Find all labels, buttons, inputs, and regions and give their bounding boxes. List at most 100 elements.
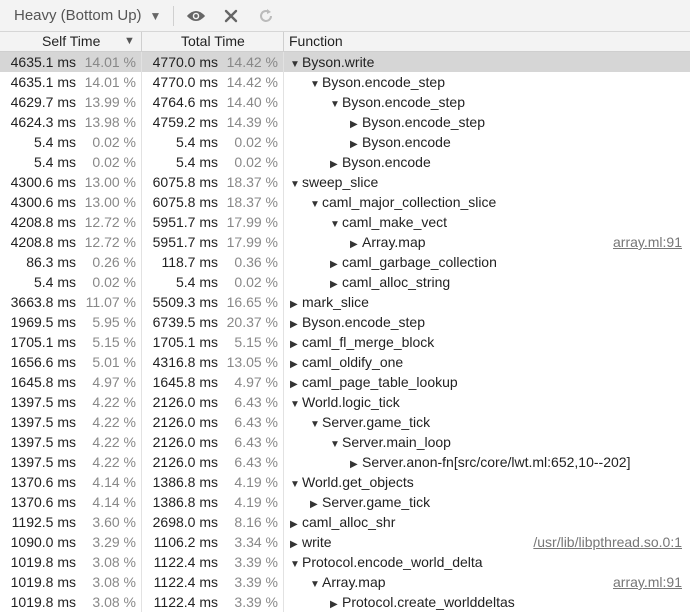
self-time-ms: 1370.6 ms: [0, 492, 76, 512]
tree-row[interactable]: 1090.0 ms3.29 %1106.2 ms3.34 %▶write/usr…: [0, 532, 690, 552]
tree-row[interactable]: 1397.5 ms4.22 %2126.0 ms6.43 %▼Server.ma…: [0, 432, 690, 452]
tree-row[interactable]: 1192.5 ms3.60 %2698.0 ms8.16 %▶caml_allo…: [0, 512, 690, 532]
tree-row[interactable]: 1370.6 ms4.14 %1386.8 ms4.19 %▼World.get…: [0, 472, 690, 492]
self-time-ms: 3663.8 ms: [0, 292, 76, 312]
self-time-percent: 12.72 %: [80, 212, 136, 232]
total-time-ms: 6075.8 ms: [145, 192, 218, 212]
triangle-right-icon[interactable]: ▶: [330, 595, 342, 615]
function-header[interactable]: Function: [289, 32, 343, 51]
self-time-ms: 1019.8 ms: [0, 552, 76, 572]
total-time-percent: 14.39 %: [222, 112, 278, 132]
self-time-percent: 0.02 %: [80, 132, 136, 152]
self-time-header[interactable]: Self Time: [42, 32, 100, 51]
source-link[interactable]: array.ml:91: [613, 232, 682, 252]
tree-row[interactable]: 1969.5 ms5.95 %6739.5 ms20.37 %▶Byson.en…: [0, 312, 690, 332]
tree-row[interactable]: 5.4 ms0.02 %5.4 ms0.02 %▶Byson.encode: [0, 132, 690, 152]
tree-row[interactable]: 1019.8 ms3.08 %1122.4 ms3.39 %▼Protocol.…: [0, 552, 690, 572]
self-time-ms: 1645.8 ms: [0, 372, 76, 392]
self-time-percent: 5.95 %: [80, 312, 136, 332]
total-time-ms: 1122.4 ms: [145, 552, 218, 572]
eye-icon[interactable]: [186, 6, 206, 26]
tree-row[interactable]: 4635.1 ms14.01 %4770.0 ms14.42 %▼Byson.e…: [0, 72, 690, 92]
function-name: Server.main_loop: [342, 434, 451, 450]
tree-row[interactable]: 1656.6 ms5.01 %4316.8 ms13.05 %▶caml_old…: [0, 352, 690, 372]
close-icon[interactable]: [221, 6, 241, 26]
tree-row[interactable]: 4624.3 ms13.98 %4759.2 ms14.39 %▶Byson.e…: [0, 112, 690, 132]
self-time-percent: 13.00 %: [80, 192, 136, 212]
self-time-percent: 5.01 %: [80, 352, 136, 372]
refresh-icon[interactable]: [256, 6, 276, 26]
self-time-ms: 1370.6 ms: [0, 472, 76, 492]
function-name: Protocol.encode_world_delta: [302, 554, 483, 570]
total-time-ms: 1106.2 ms: [145, 532, 218, 552]
tree-row[interactable]: 1019.8 ms3.08 %1122.4 ms3.39 %▶Protocol.…: [0, 592, 690, 612]
source-link[interactable]: array.ml:91: [613, 572, 682, 592]
tree-row[interactable]: 5.4 ms0.02 %5.4 ms0.02 %▶caml_alloc_stri…: [0, 272, 690, 292]
total-time-ms: 1386.8 ms: [145, 492, 218, 512]
source-link[interactable]: /usr/lib/libpthread.so.0:1: [533, 532, 682, 552]
self-time-percent: 4.97 %: [80, 372, 136, 392]
total-time-percent: 17.99 %: [222, 232, 278, 252]
function-name: caml_oldify_one: [302, 354, 403, 370]
self-time-ms: 4635.1 ms: [0, 72, 76, 92]
self-time-percent: 0.02 %: [80, 272, 136, 292]
self-time-ms: 5.4 ms: [0, 272, 76, 292]
self-time-percent: 12.72 %: [80, 232, 136, 252]
total-time-header[interactable]: Total Time: [181, 32, 245, 51]
column-divider[interactable]: [283, 32, 284, 51]
chevron-down-icon: ▼: [150, 9, 162, 23]
tree-row[interactable]: 1397.5 ms4.22 %2126.0 ms6.43 %▼Server.ga…: [0, 412, 690, 432]
total-time-ms: 2126.0 ms: [145, 412, 218, 432]
function-name: Array.map: [362, 234, 426, 250]
total-time-percent: 6.43 %: [222, 392, 278, 412]
total-time-percent: 20.37 %: [222, 312, 278, 332]
tree-row[interactable]: 4300.6 ms13.00 %6075.8 ms18.37 %▼sweep_s…: [0, 172, 690, 192]
tree-row[interactable]: 4635.1 ms14.01 %4770.0 ms14.42 %▼Byson.w…: [0, 52, 690, 72]
self-time-percent: 4.22 %: [80, 432, 136, 452]
self-time-ms: 4635.1 ms: [0, 52, 76, 72]
function-name: caml_alloc_shr: [302, 514, 395, 530]
function-name: Byson.encode: [362, 134, 451, 150]
total-time-ms: 5.4 ms: [145, 272, 218, 292]
tree-row[interactable]: 1645.8 ms4.97 %1645.8 ms4.97 %▶caml_page…: [0, 372, 690, 392]
self-time-percent: 5.15 %: [80, 332, 136, 352]
self-time-ms: 1397.5 ms: [0, 392, 76, 412]
column-divider[interactable]: [141, 32, 142, 51]
total-time-percent: 0.02 %: [222, 132, 278, 152]
tree-row[interactable]: 1397.5 ms4.22 %2126.0 ms6.43 %▼World.log…: [0, 392, 690, 412]
self-time-percent: 3.08 %: [80, 572, 136, 592]
total-time-ms: 2698.0 ms: [145, 512, 218, 532]
total-time-percent: 0.02 %: [222, 152, 278, 172]
self-time-ms: 1969.5 ms: [0, 312, 76, 332]
function-name: Server.game_tick: [322, 414, 430, 430]
tree-row[interactable]: 5.4 ms0.02 %5.4 ms0.02 %▶Byson.encode: [0, 152, 690, 172]
tree-row[interactable]: 1397.5 ms4.22 %2126.0 ms6.43 %▶Server.an…: [0, 452, 690, 472]
tree-row[interactable]: 4629.7 ms13.99 %4764.6 ms14.40 %▼Byson.e…: [0, 92, 690, 112]
tree-row[interactable]: 1370.6 ms4.14 %1386.8 ms4.19 %▶Server.ga…: [0, 492, 690, 512]
function-name: Protocol.create_worlddeltas: [342, 594, 515, 610]
total-time-ms: 5951.7 ms: [145, 212, 218, 232]
total-time-percent: 14.42 %: [222, 72, 278, 92]
tree-row[interactable]: 4208.8 ms12.72 %5951.7 ms17.99 %▶Array.m…: [0, 232, 690, 252]
tree-row[interactable]: 86.3 ms0.26 %118.7 ms0.36 %▶caml_garbage…: [0, 252, 690, 272]
function-name: caml_major_collection_slice: [322, 194, 496, 210]
tree-row[interactable]: 1705.1 ms5.15 %1705.1 ms5.15 %▶caml_fl_m…: [0, 332, 690, 352]
total-time-percent: 4.19 %: [222, 492, 278, 512]
tree-row[interactable]: 4208.8 ms12.72 %5951.7 ms17.99 %▼caml_ma…: [0, 212, 690, 232]
function-name: Byson.encode_step: [302, 314, 425, 330]
total-time-percent: 6.43 %: [222, 432, 278, 452]
self-time-ms: 4208.8 ms: [0, 212, 76, 232]
self-time-percent: 13.00 %: [80, 172, 136, 192]
tree-row[interactable]: 4300.6 ms13.00 %6075.8 ms18.37 %▼caml_ma…: [0, 192, 690, 212]
total-time-ms: 1122.4 ms: [145, 572, 218, 592]
self-time-ms: 1397.5 ms: [0, 432, 76, 452]
total-time-percent: 4.19 %: [222, 472, 278, 492]
self-time-ms: 5.4 ms: [0, 132, 76, 152]
tree-row[interactable]: 3663.8 ms11.07 %5509.3 ms16.65 %▶mark_sl…: [0, 292, 690, 312]
view-mode-select[interactable]: Heavy (Bottom Up) ▼: [0, 7, 161, 24]
column-header: Self Time ▼ Total Time Function: [0, 32, 690, 52]
self-time-ms: 4300.6 ms: [0, 172, 76, 192]
column-divider-line: [141, 52, 142, 612]
tree-row[interactable]: 1019.8 ms3.08 %1122.4 ms3.39 %▼Array.map…: [0, 572, 690, 592]
sort-descending-icon[interactable]: ▼: [124, 32, 135, 51]
